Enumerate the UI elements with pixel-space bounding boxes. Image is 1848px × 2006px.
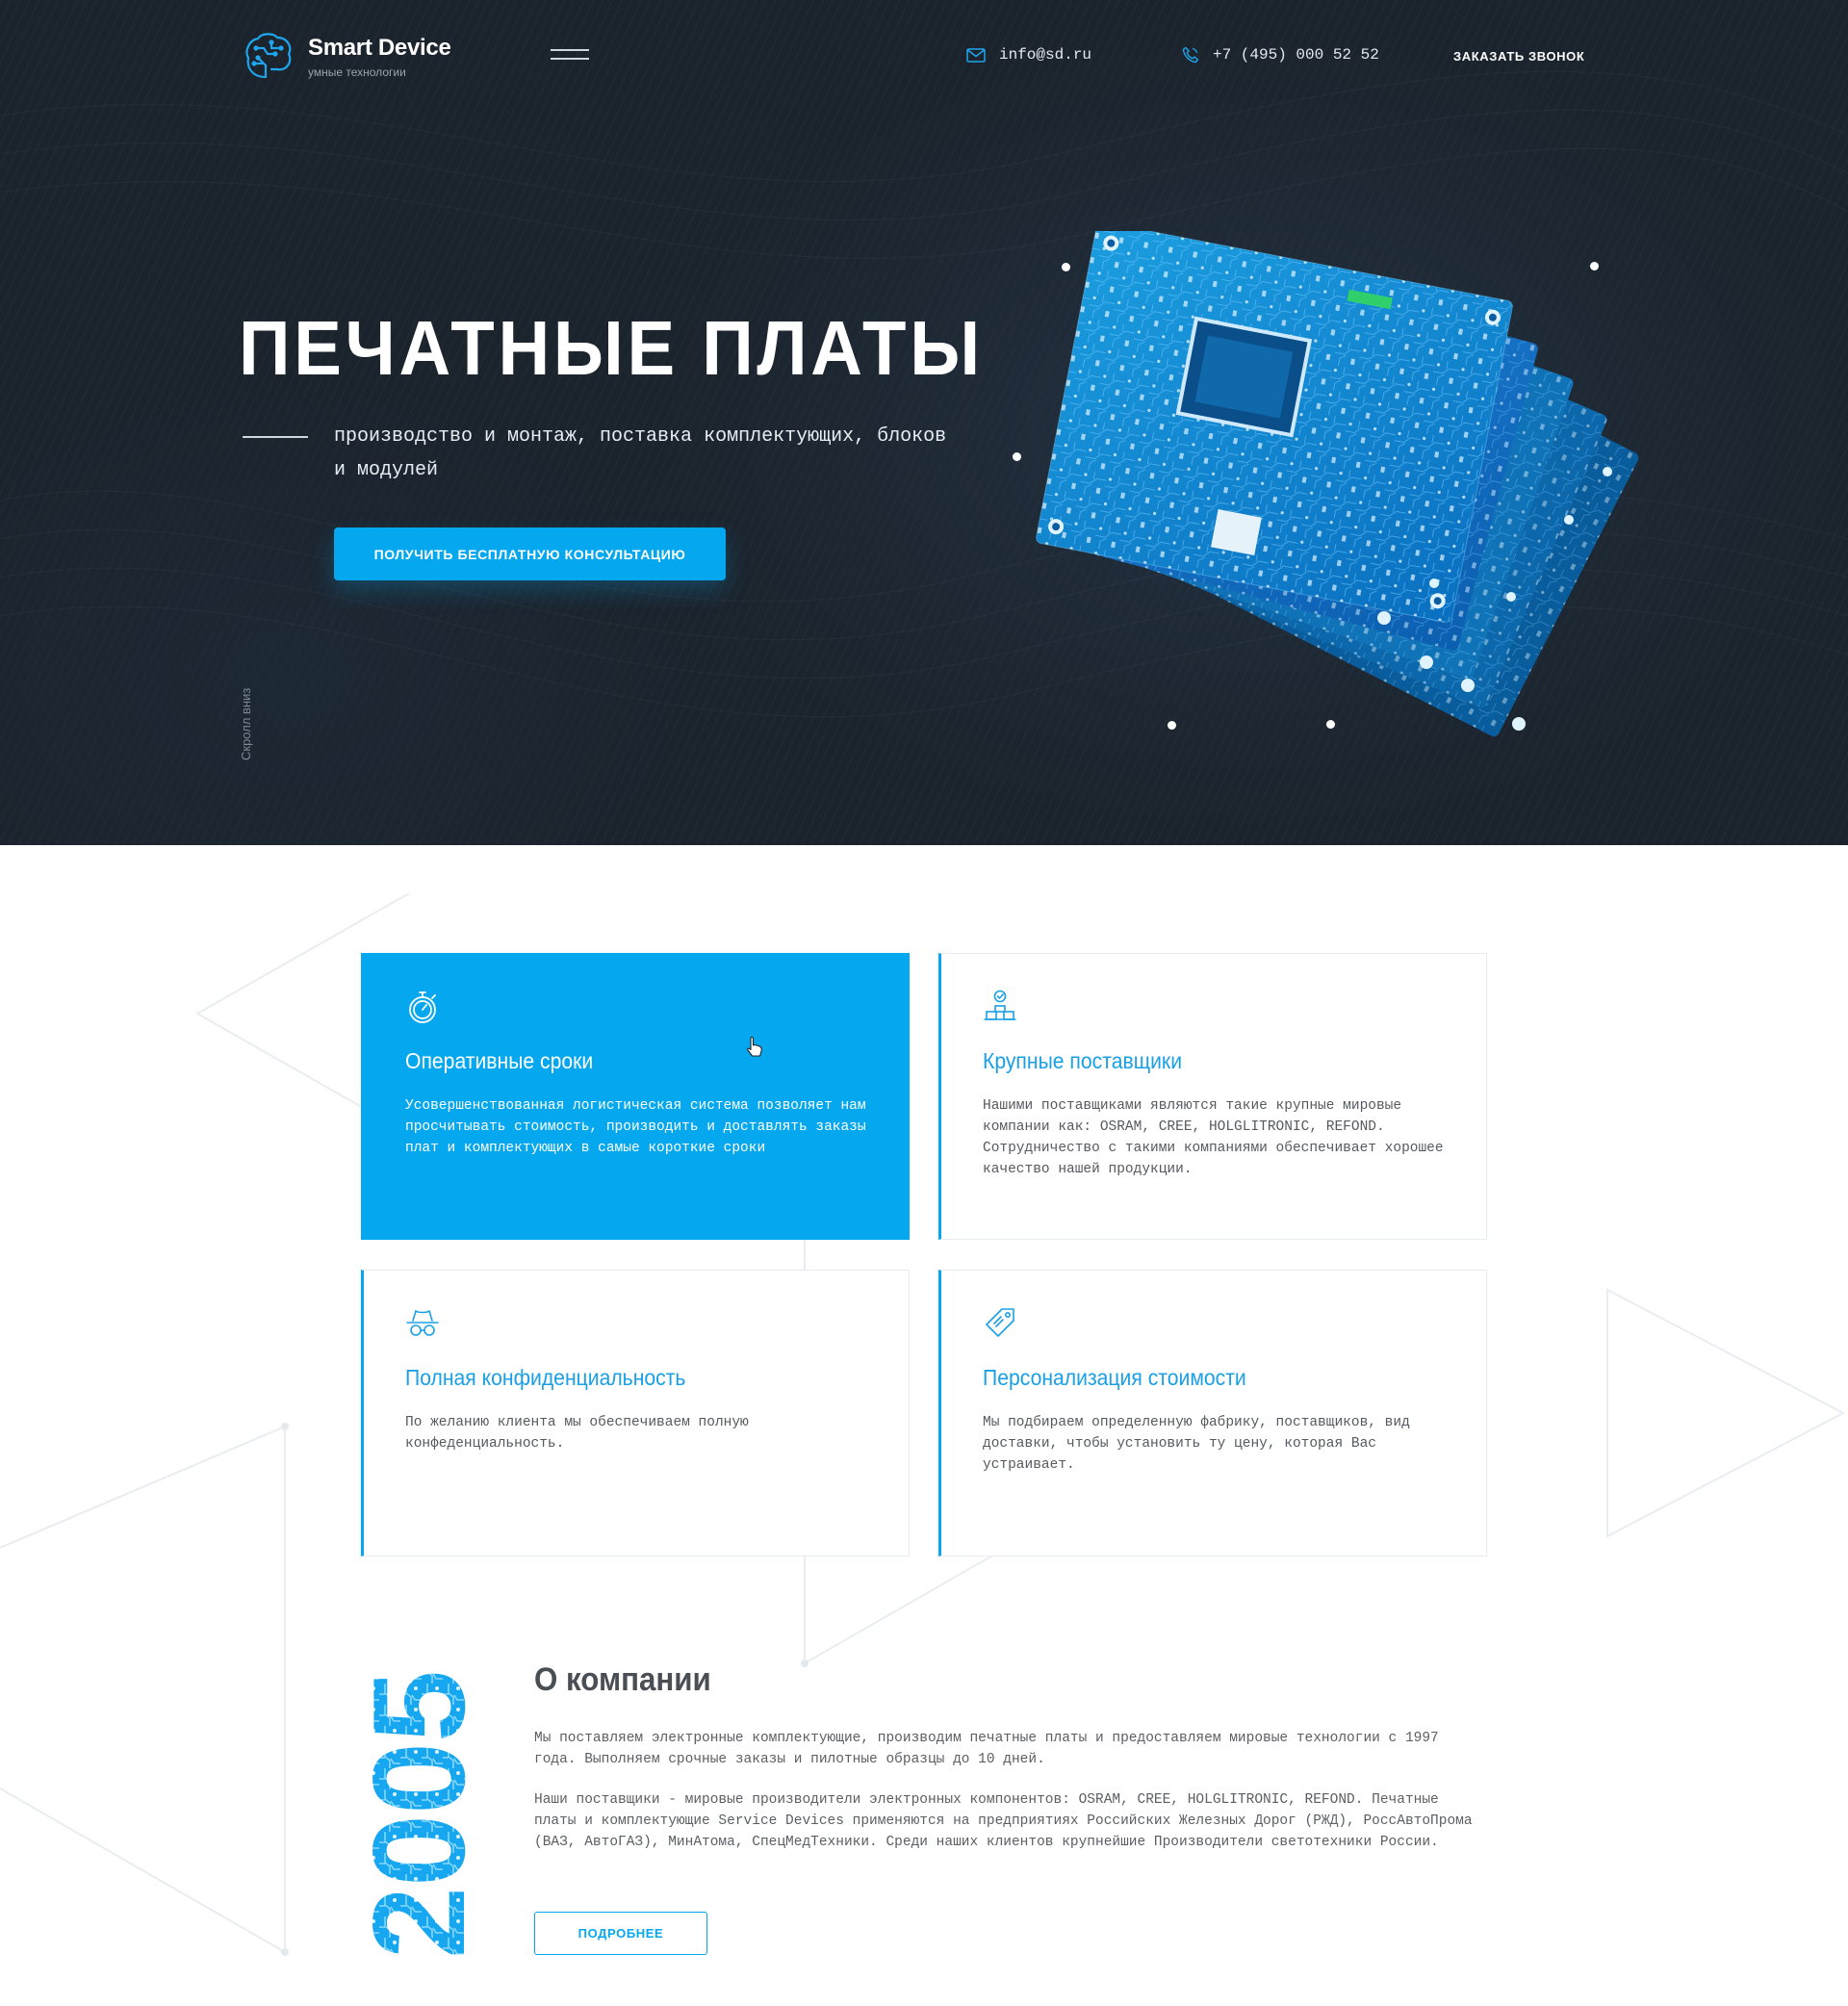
feature-text: По желанию клиента мы обеспечиваем полну… [405,1415,749,1452]
decor-dot [1013,452,1021,461]
decor-dot [1062,263,1070,271]
suppliers-icon [984,990,1016,1020]
callback-link[interactable]: ЗАКАЗАТЬ ЗВОНОК [1453,49,1584,64]
feature-title: Полная конфиденциальность [405,1365,686,1390]
about-paragraph-2: Наши поставщики - мировые производители … [534,1792,1473,1850]
year-2005-graphic: 2005 [356,1670,472,1959]
more-button[interactable]: ПОДРОБНЕЕ [534,1912,707,1955]
feature-text: Мы подбираем определенную фабрику, поста… [983,1415,1410,1473]
feature-card-confidentiality[interactable]: Полная конфиденциальность По желанию кли… [361,1270,910,1556]
menu-burger-button[interactable] [551,46,589,65]
email-contact[interactable]: info@sd.ru [966,46,1091,64]
phone-text: +7 (495) 000 52 52 [1213,46,1379,64]
about-paragraph-1: Мы поставляем электронные комплектующие,… [534,1731,1439,1767]
price-tag-icon [986,1308,1014,1337]
stopwatch-icon [409,991,436,1023]
decor-dot [1326,720,1335,729]
mail-icon [966,47,986,63]
hand-cursor-icon [747,1036,762,1057]
logo-subtitle: умные технологии [308,65,406,79]
logo[interactable]: Smart Device умные технологии [243,29,454,83]
hero-subtitle: производство и монтаж, поставка комплект… [334,425,947,481]
email-text: info@sd.ru [999,46,1092,64]
feature-title: Оперативные сроки [405,1048,594,1073]
scroll-hint[interactable]: Скролл вниз [239,688,253,760]
decor-dot [1590,262,1599,270]
feature-title: Крупные поставщики [983,1048,1183,1073]
spy-icon [406,1309,439,1336]
phone-contact[interactable]: +7 (495) 000 52 52 [1182,46,1379,64]
brain-circuit-icon [245,33,292,79]
about-title: О компании [534,1661,711,1698]
decor-dot [1168,721,1176,730]
feature-text: Усовершенствованная логистическая систем… [405,1098,866,1156]
hero-title: ПЕЧАТНЫЕ ПЛАТЫ [239,305,984,391]
feature-card-fast-delivery[interactable]: Оперативные сроки Усовершенствованная ло… [361,953,910,1240]
hero-section: Smart Device умные технологии info@sd.ru… [0,0,1848,845]
free-consultation-button[interactable]: ПОЛУЧИТЬ БЕСПЛАТНУЮ КОНСУЛЬТАЦИЮ [334,527,726,580]
hero-divider [243,436,308,438]
feature-title: Персонализация стоимости [983,1365,1246,1390]
feature-text: Нашими поставщиками являются такие крупн… [983,1098,1444,1177]
feature-card-suppliers[interactable]: Крупные поставщики Нашими поставщиками я… [938,953,1487,1240]
pcb-illustration [1036,231,1639,737]
logo-title: Smart Device [308,35,451,61]
feature-card-pricing[interactable]: Персонализация стоимости Мы подбираем оп… [938,1270,1487,1556]
year-text: 2005 [356,1670,472,1959]
phone-icon [1182,46,1199,64]
